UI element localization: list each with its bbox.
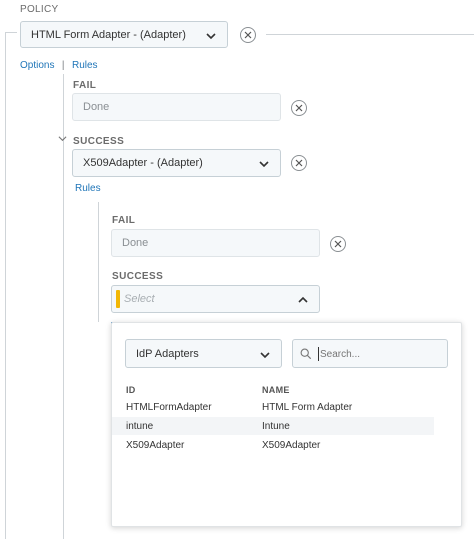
level1-success-select[interactable]: X509Adapter - (Adapter) [72, 149, 281, 177]
tree-line-level2 [98, 202, 99, 322]
level1-rules-link[interactable]: Rules [75, 183, 101, 194]
level2-success-select[interactable]: Select [111, 285, 320, 313]
policy-label: POLICY [20, 4, 59, 15]
tree-line-root-top-right [266, 34, 474, 35]
level2-fail-label: FAIL [112, 215, 136, 226]
adapter-type-value: IdP Adapters [136, 347, 199, 360]
row-name: Intune [262, 421, 290, 432]
policy-root-select-value: HTML Form Adapter - (Adapter) [31, 28, 186, 41]
chevron-down-icon [206, 33, 216, 40]
search-field[interactable] [292, 339, 448, 368]
level1-success-label: SUCCESS [73, 136, 125, 147]
search-cursor [318, 347, 319, 361]
row-id: X509Adapter [126, 440, 185, 451]
level2-fail-field: Done [111, 229, 320, 257]
column-header-id: ID [126, 385, 136, 395]
collapse-chevron-icon[interactable] [58, 134, 67, 143]
adapter-type-select[interactable]: IdP Adapters [125, 339, 282, 368]
level2-success-label: SUCCESS [112, 271, 164, 282]
chevron-down-icon [259, 161, 269, 168]
policy-root-select[interactable]: HTML Form Adapter - (Adapter) [20, 21, 228, 48]
close-icon[interactable] [291, 155, 307, 171]
search-input[interactable] [320, 345, 442, 363]
level1-fail-label: FAIL [73, 80, 97, 91]
row-name: HTML Form Adapter [262, 402, 353, 413]
rules-link[interactable]: Rules [72, 60, 98, 71]
tree-line-root-top-left [5, 32, 17, 33]
table-row[interactable]: HTMLFormAdapter HTML Form Adapter [112, 398, 434, 416]
level2-success-placeholder: Select [124, 293, 155, 305]
close-icon[interactable] [330, 236, 346, 252]
accent-marker [116, 290, 120, 308]
row-id: intune [126, 421, 154, 432]
level1-fail-field: Done [72, 93, 281, 121]
table-row[interactable]: intune Intune [112, 417, 434, 435]
policy-links: Options | Rules [20, 55, 98, 73]
level1-success-select-value: X509Adapter - (Adapter) [83, 157, 203, 169]
table-row[interactable]: X509Adapter X509Adapter [112, 436, 434, 454]
selection-popup: IdP Adapters ID NAME HTMLFormAdapter HTM… [111, 322, 462, 527]
search-icon [300, 348, 312, 360]
chevron-down-icon [260, 352, 270, 359]
level1-fail-value: Done [83, 101, 110, 113]
level2-fail-value: Done [122, 237, 149, 249]
close-icon[interactable] [291, 100, 307, 116]
close-icon[interactable] [240, 27, 256, 43]
options-link[interactable]: Options [20, 60, 54, 71]
chevron-up-icon [298, 296, 308, 303]
row-id: HTMLFormAdapter [126, 402, 212, 413]
column-header-name: NAME [262, 385, 290, 395]
row-name: X509Adapter [262, 440, 321, 451]
tree-line-level1 [63, 74, 64, 539]
links-separator: | [61, 60, 65, 71]
tree-line-root [5, 32, 6, 539]
